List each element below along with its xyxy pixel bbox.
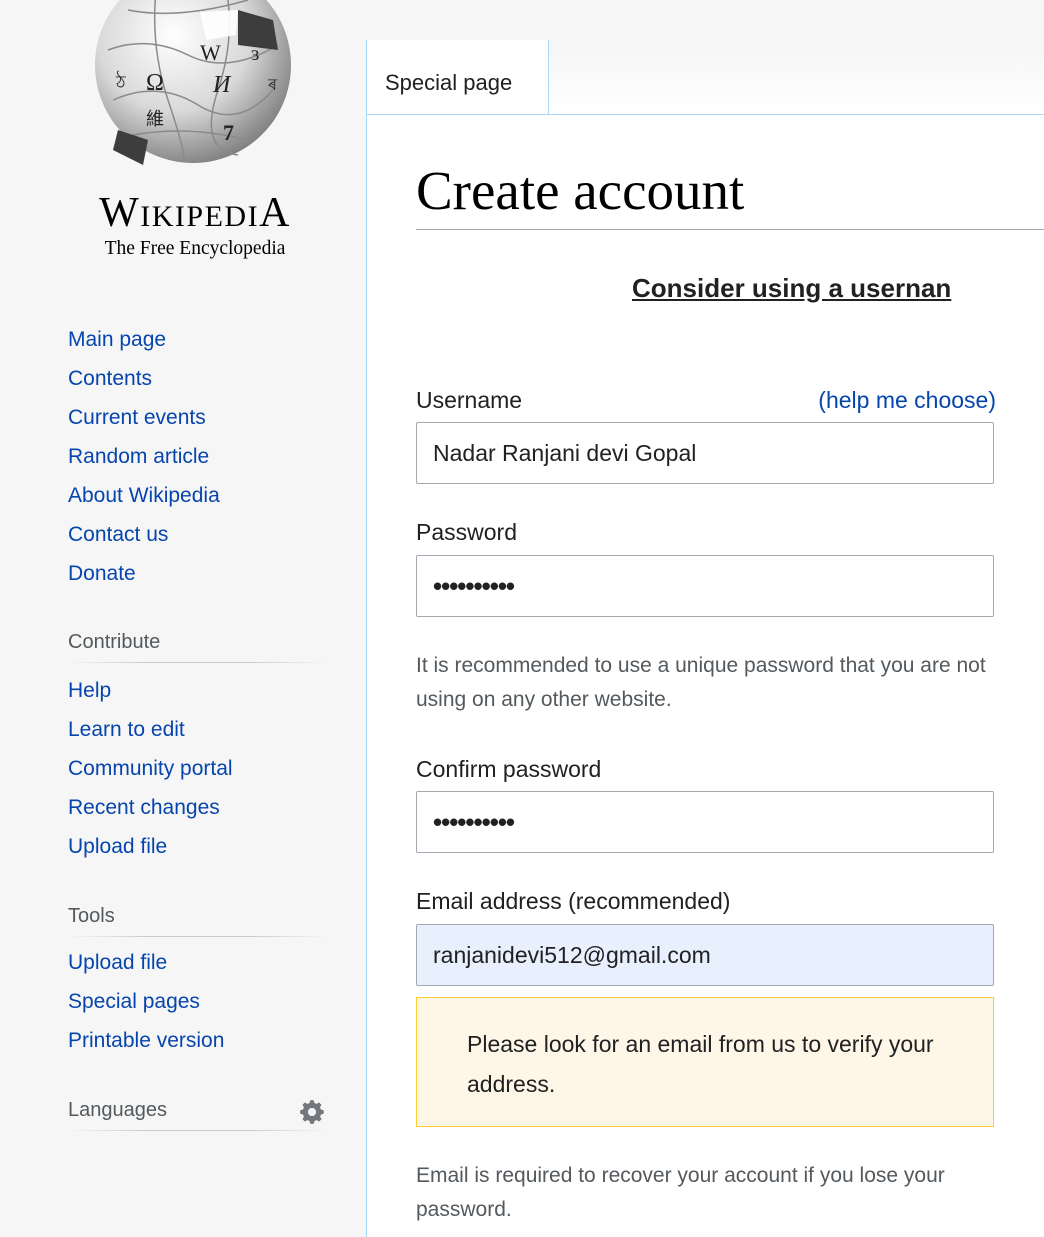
sidebar-item-upload-file[interactable]: Upload file: [68, 835, 167, 859]
wikipedia-wordmark: WIKIPEDIA The Free Encyclopedia: [70, 189, 320, 260]
sidebar-item-printable-version[interactable]: Printable version: [68, 1029, 224, 1053]
sidebar-item-contact-us[interactable]: Contact us: [68, 523, 168, 547]
sidebar-item-current-events[interactable]: Current events: [68, 406, 206, 430]
confirm-password-input[interactable]: [416, 791, 994, 853]
username-input[interactable]: [416, 422, 994, 484]
email-warning-text: Please look for an email from us to veri…: [467, 1031, 934, 1097]
wikipedia-globe-icon: W Ω И 維 7 ɜ ঠ ৰ: [95, 0, 291, 165]
sidebar-item-donate[interactable]: Donate: [68, 562, 136, 586]
wikipedia-logo[interactable]: W Ω И 維 7 ɜ ঠ ৰ WIKIPEDIA The Free Encyc…: [70, 0, 320, 270]
password-help-text: It is recommended to use a unique passwo…: [416, 654, 986, 711]
sidebar-item-about-wikipedia[interactable]: About Wikipedia: [68, 484, 220, 508]
email-label: Email address (recommended): [416, 888, 731, 914]
email-warning-box: Please look for an email from us to veri…: [416, 997, 994, 1127]
email-help-text: Email is required to recover your accoun…: [416, 1164, 945, 1221]
page-title: Create account: [416, 160, 745, 221]
svg-text:И: И: [212, 72, 232, 98]
confirm-password-label: Confirm password: [416, 756, 602, 782]
wordmark-last-letter: A: [259, 190, 291, 236]
sidebar-item-contents[interactable]: Contents: [68, 367, 152, 391]
sidebar-heading-languages: Languages: [68, 1099, 328, 1131]
sidebar-item-random-article[interactable]: Random article: [68, 445, 209, 469]
sidebar: W Ω И 維 7 ɜ ঠ ৰ WIKIPEDIA The Free Encyc…: [0, 0, 366, 1236]
sidebar-item-tools-upload-file[interactable]: Upload file: [68, 951, 167, 975]
help-me-choose-link[interactable]: (help me choose): [818, 387, 996, 414]
svg-text:ৰ: ৰ: [267, 77, 278, 94]
wordmark-tagline: The Free Encyclopedia: [104, 238, 286, 259]
svg-text:W: W: [200, 40, 221, 65]
svg-text:Ω: Ω: [146, 70, 164, 96]
sidebar-item-community-portal[interactable]: Community portal: [68, 757, 233, 781]
svg-text:7: 7: [223, 120, 234, 145]
wordmark-middle: IKIPEDI: [140, 200, 260, 233]
sidebar-item-recent-changes[interactable]: Recent changes: [68, 796, 220, 820]
tab-special-page[interactable]: Special page: [366, 40, 549, 115]
svg-text:維: 維: [146, 109, 164, 129]
tab-special-page-label: Special page: [385, 70, 513, 95]
sidebar-heading-contribute: Contribute: [68, 631, 328, 663]
svg-text:ɜ: ɜ: [251, 43, 259, 65]
username-label: Username: [416, 387, 523, 413]
sidebar-item-main-page[interactable]: Main page: [68, 328, 166, 352]
wordmark-first-letter: W: [99, 190, 141, 236]
sidebar-item-learn-to-edit[interactable]: Learn to edit: [68, 718, 185, 742]
password-input[interactable]: [416, 555, 994, 617]
sidebar-item-help[interactable]: Help: [68, 679, 111, 703]
svg-text:ঠ: ঠ: [115, 71, 126, 92]
username-policy-link[interactable]: Consider using a usernan: [632, 273, 951, 304]
sidebar-heading-tools: Tools: [68, 905, 328, 937]
password-label: Password: [416, 519, 517, 545]
email-input[interactable]: [416, 924, 994, 986]
sidebar-item-special-pages[interactable]: Special pages: [68, 990, 200, 1014]
gear-icon[interactable]: [298, 1098, 326, 1126]
title-divider: [416, 229, 1044, 230]
